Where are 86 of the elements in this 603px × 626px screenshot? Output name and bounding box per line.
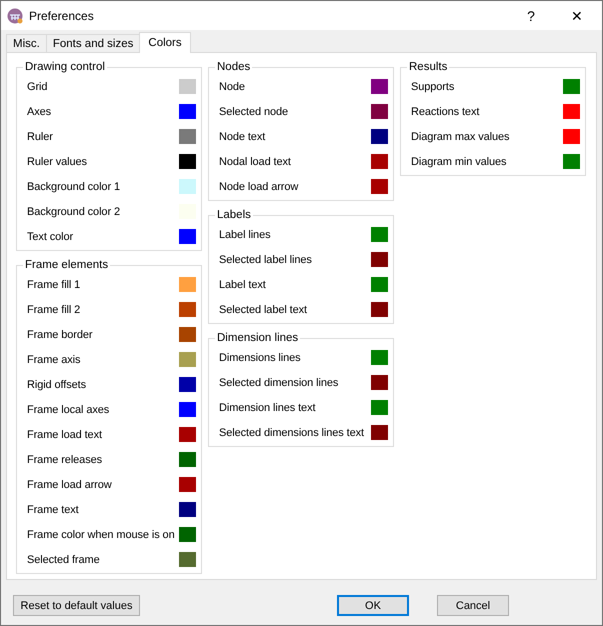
color-label: Text color [27,230,74,242]
color-swatch[interactable] [563,79,580,94]
color-label: Node [219,80,245,92]
color-swatch[interactable] [179,154,196,169]
color-swatch[interactable] [371,375,388,390]
color-swatch[interactable] [563,104,580,119]
color-label: Frame releases [27,454,102,466]
color-swatch[interactable] [371,302,388,317]
color-label: Selected label lines [219,254,312,266]
color-swatch[interactable] [371,227,388,242]
color-swatch[interactable] [563,129,580,144]
color-swatch[interactable] [371,277,388,292]
group-title: Nodes [216,61,252,74]
dialog-button[interactable]: Reset to default values [13,595,140,616]
tab[interactable]: Misc. [6,34,47,52]
color-swatch[interactable] [179,452,196,467]
color-label: Frame axis [27,354,80,366]
color-swatch[interactable] [371,179,388,194]
group-title: Dimension lines [216,332,300,345]
color-swatch[interactable] [179,229,196,244]
color-label: Selected label text [219,304,307,316]
color-label: Label text [219,278,266,290]
color-swatch[interactable] [371,104,388,119]
color-swatch[interactable] [371,425,388,440]
color-label: Selected node [219,106,288,118]
color-label: Selected dimension lines [219,376,338,388]
color-swatch[interactable] [179,377,196,392]
color-swatch[interactable] [179,552,196,567]
color-swatch[interactable] [179,402,196,417]
color-label: Frame local axes [27,404,110,416]
color-swatch[interactable] [179,104,196,119]
color-swatch[interactable] [179,79,196,94]
color-swatch[interactable] [563,154,580,169]
color-label: Ruler [27,130,53,142]
color-label: Nodal load text [219,156,291,168]
color-label: Node text [219,130,266,142]
color-swatch[interactable] [371,129,388,144]
color-label: Frame load arrow [27,478,112,490]
color-label: Dimension lines text [219,402,316,414]
color-label: Grid [27,80,48,92]
color-label: Rigid offsets [27,378,86,390]
color-swatch[interactable] [179,427,196,442]
color-swatch[interactable] [179,277,196,292]
color-swatch[interactable] [371,79,388,94]
color-label: Label lines [219,228,270,240]
help-button[interactable]: ? [508,1,554,30]
color-label: Reactions text [411,106,480,118]
color-label: Frame color when mouse is on [27,528,175,540]
color-label: Frame text [27,504,79,516]
color-label: Axes [27,106,52,118]
color-swatch[interactable] [179,302,196,317]
color-swatch[interactable] [179,477,196,492]
color-swatch[interactable] [179,327,196,342]
color-label: Dimensions lines [219,352,301,364]
color-label: Supports [411,80,454,92]
dialog-button[interactable]: OK [337,595,409,616]
close-button[interactable]: ✕ [554,1,600,30]
color-label: Selected frame [27,554,100,566]
color-label: Frame border [27,328,92,340]
color-swatch[interactable] [371,400,388,415]
tab[interactable]: Colors [139,32,191,53]
color-swatch[interactable] [179,129,196,144]
color-swatch[interactable] [179,179,196,194]
color-swatch[interactable] [179,527,196,542]
color-swatch[interactable] [371,252,388,267]
color-label: Node load arrow [219,180,298,192]
color-swatch[interactable] [179,502,196,517]
app-icon [7,8,23,24]
group-title: Drawing control [24,61,106,74]
window-title: Preferences [29,8,95,22]
group-title: Labels [216,209,252,222]
color-swatch[interactable] [371,350,388,365]
color-label: Ruler values [27,156,87,168]
group-title: Results [408,61,448,74]
color-label: Frame fill 1 [27,278,80,290]
color-label: Frame load text [27,428,102,440]
dialog-button[interactable]: Cancel [437,595,509,616]
color-label: Background color 2 [27,206,120,218]
color-swatch[interactable] [179,352,196,367]
color-label: Diagram max values [411,130,510,142]
color-swatch[interactable] [371,154,388,169]
color-label: Frame fill 2 [27,304,80,316]
group-title: Frame elements [24,259,110,272]
color-label: Diagram min values [411,156,506,168]
color-label: Background color 1 [27,180,120,192]
color-label: Selected dimensions lines text [219,426,364,438]
